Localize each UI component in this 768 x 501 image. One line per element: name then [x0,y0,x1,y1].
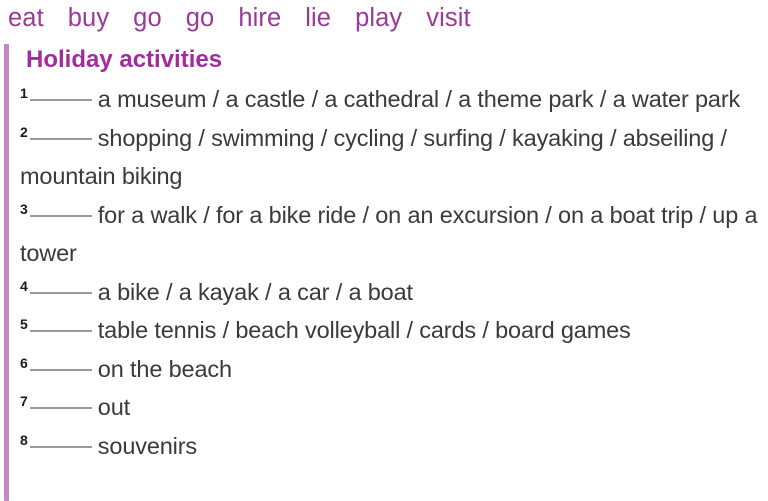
section-accent-bar [4,44,9,501]
word-bank-item-1[interactable]: eat [8,3,57,33]
exercise-number: 8 [20,431,28,448]
exercise-number: 5 [20,316,28,332]
answer-blank[interactable] [29,330,92,332]
word-bank-item-8[interactable]: visit [426,3,483,33]
answer-blank[interactable] [29,445,92,448]
answer-blank[interactable] [29,407,92,409]
exercise-options-text: for a walk / for a bike ride / on an exc… [20,201,758,267]
exercise-options-text: table tennis / beach volleyball / cards … [97,317,631,343]
page-title: Holiday activities [26,46,223,73]
exercise-options-text: a bike / a kayak / a car / a boat [97,278,413,305]
exercise-item: 6 on the beach [20,350,768,389]
exercise-item: 5 table tennis / beach volleyball / cards… [20,311,768,350]
word-bank-item-2[interactable]: buy [68,3,122,33]
exercise-item: 8 souvenirs [20,427,768,466]
exercise-item: 3 for a walk / for a bike ride / on an ex… [20,196,768,273]
exercise-options-text: on the beach [97,355,232,382]
answer-blank[interactable] [29,214,92,217]
exercise-item: 7 out [20,388,768,427]
answer-blank[interactable] [29,291,92,294]
exercise-number: 4 [20,277,28,294]
exercise-number: 2 [20,123,28,140]
exercise-options-text: a museum / a castle / a cathedral / a th… [97,86,741,112]
answer-blank[interactable] [29,137,92,140]
exercise-options-text: souvenirs [97,432,198,459]
answer-blank[interactable] [29,99,92,101]
exercise-number: 6 [20,354,28,371]
exercise-number: 7 [20,393,28,409]
word-bank-item-7[interactable]: play [355,3,415,33]
word-bank-item-6[interactable]: lie [305,3,344,33]
exercise-options-text: shopping / swimming / cycling / surfing … [20,124,727,190]
exercise-options-text: out [97,394,131,420]
word-bank-item-4[interactable]: go [186,3,228,33]
exercise-item: 1 a museum / a castle / a cathedral / a t… [20,80,768,119]
exercise-number: 1 [20,85,28,101]
exercise-list: 1 a museum / a castle / a cathedral / a t… [20,80,768,465]
answer-blank[interactable] [29,368,92,371]
word-bank: eat buy go go hire lie play visit [8,0,760,36]
word-bank-item-5[interactable]: hire [238,3,294,33]
exercise-item: 4 a bike / a kayak / a car / a boat [20,273,768,312]
exercise-number: 3 [20,200,28,217]
word-bank-item-3[interactable]: go [133,3,175,33]
exercise-item: 2 shopping / swimming / cycling / surfing… [20,119,768,196]
